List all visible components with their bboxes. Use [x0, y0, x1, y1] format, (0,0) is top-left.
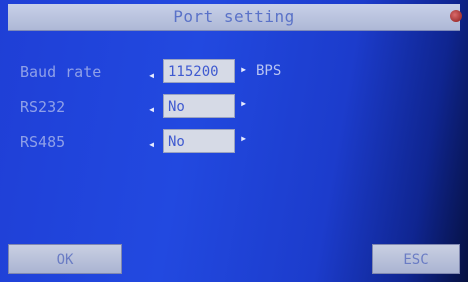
- rs232-increase-arrow-icon[interactable]: ▸: [240, 97, 247, 109]
- close-icon[interactable]: [450, 10, 462, 22]
- rs232-label: RS232: [20, 98, 66, 116]
- baud-rate-unit: BPS: [256, 63, 282, 79]
- rs485-decrease-arrow-icon[interactable]: ◂: [148, 138, 155, 150]
- rs485-field[interactable]: No: [163, 129, 235, 153]
- title-bar: Port setting: [8, 4, 462, 31]
- ok-button[interactable]: OK: [8, 244, 122, 274]
- rs485-increase-arrow-icon[interactable]: ▸: [240, 132, 247, 144]
- esc-button[interactable]: ESC: [372, 244, 460, 274]
- baud-rate-field[interactable]: 115200: [163, 59, 235, 83]
- port-setting-screen: Port setting Baud rate ◂ 115200 ▸ BPS RS…: [0, 0, 468, 282]
- rs232-decrease-arrow-icon[interactable]: ◂: [148, 103, 155, 115]
- window-title: Port setting: [173, 7, 295, 26]
- rs485-label: RS485: [20, 133, 66, 151]
- rs232-field[interactable]: No: [163, 94, 235, 118]
- baud-rate-label: Baud rate: [20, 63, 102, 81]
- baud-rate-decrease-arrow-icon[interactable]: ◂: [148, 69, 155, 81]
- baud-rate-increase-arrow-icon[interactable]: ▸: [240, 63, 247, 75]
